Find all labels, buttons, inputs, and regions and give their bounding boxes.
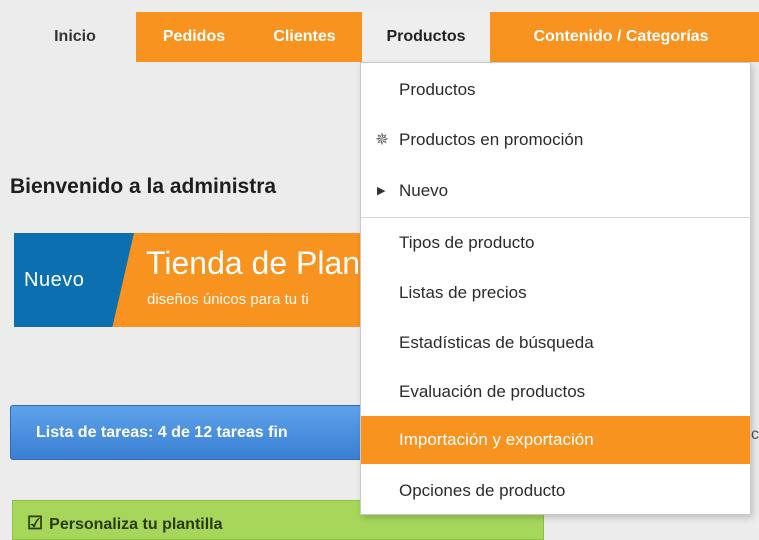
caret-right-icon: ▶ — [377, 185, 386, 197]
promo-star-icon: ✵ — [374, 130, 390, 149]
checklist-icon: ☑ — [27, 513, 44, 533]
menu-item-label: Productos — [399, 80, 476, 99]
menu-item-nuevo[interactable]: ▶ Nuevo — [361, 167, 750, 215]
menu-item-label: Estadísticas de búsqueda — [399, 333, 594, 352]
menu-item-label: Productos en promoción — [399, 130, 584, 149]
navbar-left-gap — [0, 12, 14, 62]
template-panel-label: Personaliza tu plantilla — [49, 516, 223, 533]
menu-item-productos-promocion[interactable]: ✵ Productos en promoción — [361, 116, 750, 164]
nav-tab-productos[interactable]: Productos — [362, 12, 490, 62]
banner-badge-label: Nuevo — [24, 269, 85, 291]
menu-item-label: Nuevo — [399, 181, 449, 200]
menu-item-importacion-exportacion[interactable]: Importación y exportación — [361, 416, 750, 464]
main-navbar: Inicio Pedidos Clientes Productos Conten… — [0, 12, 759, 62]
menu-item-tipos-producto[interactable]: Tipos de producto — [361, 219, 750, 267]
promo-banner[interactable]: Nuevo Tienda de Plan diseños únicos para… — [14, 233, 374, 327]
menu-item-listas-precios[interactable]: Listas de precios — [361, 269, 750, 317]
menu-item-label: Importación y exportación — [399, 430, 594, 449]
side-text-fragment: c — [751, 426, 759, 443]
task-list-bar[interactable]: Lista de tareas: 4 de 12 tareas fin — [10, 405, 380, 460]
banner-subtitle: diseños únicos para tu ti — [147, 291, 309, 308]
menu-item-label: Tipos de producto — [399, 233, 535, 252]
menu-divider — [361, 217, 750, 218]
menu-item-evaluacion-productos[interactable]: Evaluación de productos — [361, 368, 750, 416]
menu-item-opciones-producto[interactable]: Opciones de producto — [361, 467, 750, 515]
nav-tab-clientes[interactable]: Clientes — [253, 12, 356, 62]
nav-tab-inicio[interactable]: Inicio — [14, 12, 136, 62]
nav-tab-contenido-categorias[interactable]: Contenido / Categorías — [490, 12, 752, 62]
menu-item-estadisticas-busqueda[interactable]: Estadísticas de búsqueda — [361, 319, 750, 367]
nav-tab-pedidos[interactable]: Pedidos — [140, 12, 248, 62]
menu-item-label: Listas de precios — [399, 283, 527, 302]
menu-item-label: Evaluación de productos — [399, 382, 586, 401]
welcome-heading: Bienvenido a la administra — [10, 175, 277, 198]
menu-item-label: Opciones de producto — [399, 481, 566, 500]
productos-dropdown-menu: Productos ✵ Productos en promoción ▶ Nue… — [360, 62, 751, 515]
banner-title: Tienda de Plan — [146, 245, 361, 281]
menu-item-productos[interactable]: Productos — [361, 66, 750, 114]
